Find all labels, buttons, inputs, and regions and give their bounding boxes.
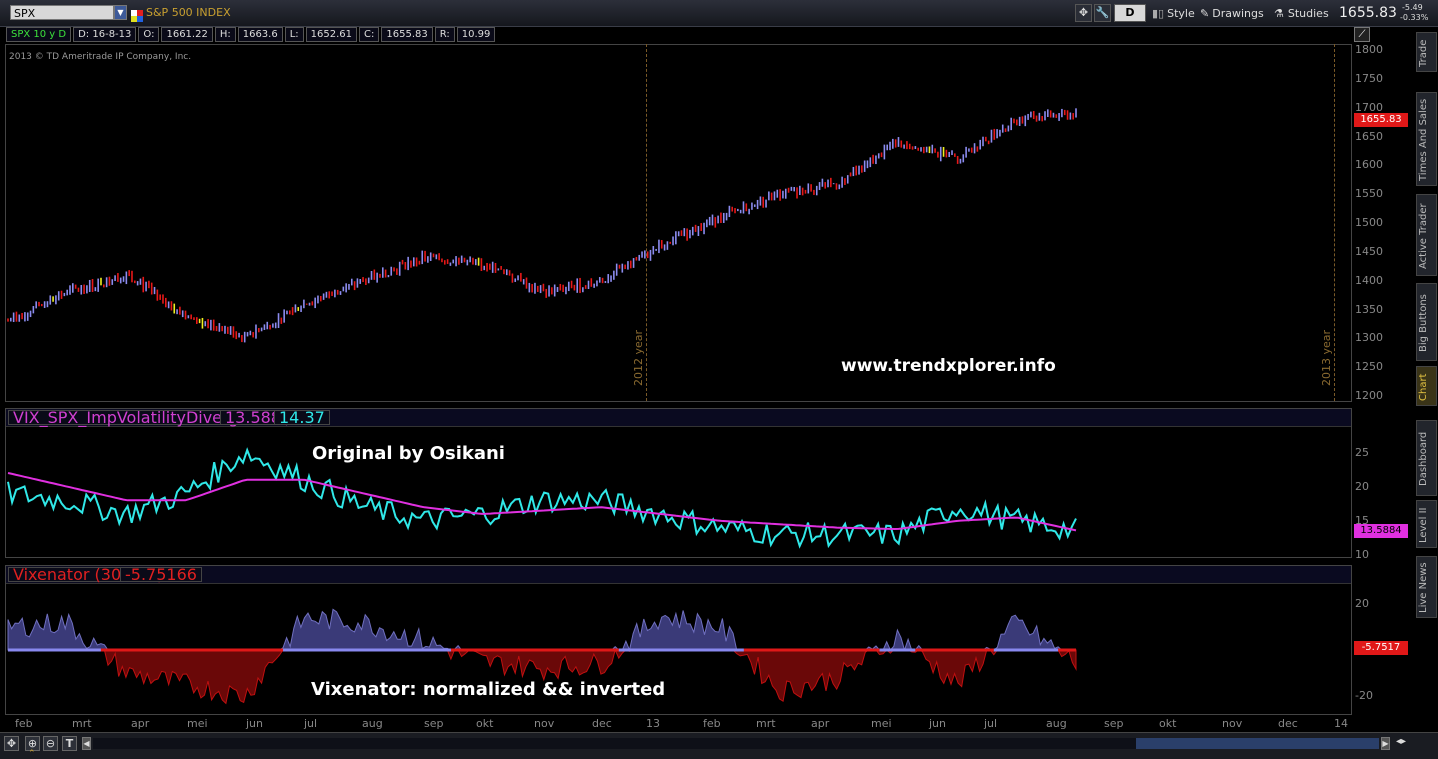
study2-pane[interactable] bbox=[5, 565, 1352, 715]
time-tick-label: jun bbox=[929, 717, 946, 730]
year-divider-2013 bbox=[1334, 44, 1335, 401]
study1-value2: 14.37 bbox=[274, 410, 330, 426]
price-tick-label: 1400 bbox=[1355, 273, 1383, 287]
study1-annotation: Original by Osikani bbox=[312, 443, 505, 464]
price-tick-label: 1200 bbox=[1355, 389, 1383, 402]
time-tick-label: mrt bbox=[756, 717, 776, 730]
time-tick-label: mei bbox=[187, 717, 208, 730]
study2-tick-label: 20 bbox=[1355, 597, 1369, 611]
side-tab-chart[interactable]: Chart bbox=[1416, 366, 1437, 406]
scroll-right-icon[interactable]: ▶ bbox=[1381, 737, 1390, 750]
footer-bar: ✥ ⊕ ⊖ T ◀ ▶ ◂▸ ⌃ bbox=[0, 732, 1438, 759]
scroll-left-icon[interactable]: ◀ bbox=[82, 737, 91, 750]
price-tick-label: 1700 bbox=[1355, 100, 1383, 114]
time-tick-label: sep bbox=[1104, 717, 1124, 730]
time-tick-label: jul bbox=[304, 717, 318, 730]
study1-value-tag: 13.5884 bbox=[1354, 524, 1408, 538]
side-tab-label: Times And Sales bbox=[1418, 98, 1429, 182]
side-tab-label: Big Buttons bbox=[1418, 294, 1429, 352]
time-tick-label: nov bbox=[534, 717, 555, 730]
pan-icon[interactable]: ✥ bbox=[4, 736, 19, 751]
time-tick-label: jun bbox=[246, 717, 263, 730]
price-tick-label: 1350 bbox=[1355, 302, 1383, 316]
side-tab-label: Dashboard bbox=[1418, 431, 1429, 487]
time-tick-label: okt bbox=[476, 717, 494, 730]
time-tick-label: aug bbox=[362, 717, 383, 730]
price-tick-label: 1800 bbox=[1355, 43, 1383, 56]
study1-tick-label: 20 bbox=[1355, 479, 1369, 493]
time-scrollbar[interactable] bbox=[93, 738, 1379, 749]
price-tick-label: 1550 bbox=[1355, 187, 1383, 201]
time-tick-label: mei bbox=[871, 717, 892, 730]
time-tick-label: dec bbox=[1278, 717, 1298, 730]
time-tick-label: feb bbox=[15, 717, 33, 730]
price-tick-label: 1750 bbox=[1355, 71, 1383, 85]
study1-tick-label: 10 bbox=[1355, 548, 1369, 561]
year-label-2013: 2013 year bbox=[1320, 330, 1333, 387]
time-axis: feb mrt apr mei jun jul aug sep okt nov dec 13 feb mr… bbox=[0, 717, 1352, 731]
time-tick-label: aug bbox=[1046, 717, 1067, 730]
study1-pane[interactable] bbox=[5, 408, 1352, 558]
time-tick-label: dec bbox=[592, 717, 612, 730]
time-tick-label: feb bbox=[703, 717, 721, 730]
copyright-text: 2013 © TD Ameritrade IP Company, Inc. bbox=[9, 52, 192, 62]
side-tab-level-ii[interactable]: Level II bbox=[1416, 500, 1437, 548]
side-tab-big-buttons[interactable]: Big Buttons bbox=[1416, 283, 1437, 361]
collapse-icon[interactable]: ⌃ bbox=[28, 750, 40, 759]
zoom-out-icon[interactable]: ⊖ bbox=[43, 736, 58, 751]
price-bars bbox=[7, 108, 1077, 343]
study2-value-tag: -5.7517 bbox=[1354, 641, 1408, 655]
price-tick-label: 1600 bbox=[1355, 158, 1383, 172]
side-tab-times-and-sales[interactable]: Times And Sales bbox=[1416, 92, 1437, 186]
expand-time-icon[interactable]: ◂▸ bbox=[1396, 736, 1412, 751]
price-tag: 1655.83 bbox=[1354, 113, 1408, 127]
time-tick-label: sep bbox=[424, 717, 444, 730]
text-tool-icon[interactable]: T bbox=[62, 736, 77, 751]
price-tick-label: 1300 bbox=[1355, 331, 1383, 345]
price-tick-label: 1250 bbox=[1355, 360, 1383, 374]
study2-header: Vixenator (30, Yes) -5.75166 bbox=[6, 566, 1351, 584]
time-tick-label: apr bbox=[131, 717, 150, 730]
price-tick-label: 1500 bbox=[1355, 216, 1383, 229]
study2-tick-label: -20 bbox=[1355, 688, 1373, 702]
study2-value: -5.75166 bbox=[120, 567, 202, 583]
price-tick-label: 1450 bbox=[1355, 244, 1383, 258]
time-tick-label: jul bbox=[984, 717, 998, 730]
side-tab-trade[interactable]: Trade bbox=[1416, 32, 1437, 72]
time-tick-label: 13 bbox=[646, 717, 660, 730]
time-tick-label: apr bbox=[811, 717, 830, 730]
side-tab-label: Chart bbox=[1418, 373, 1429, 401]
watermark-text: www.trendxplorer.info bbox=[841, 356, 1056, 376]
side-tab-dashboard[interactable]: Dashboard bbox=[1416, 420, 1437, 496]
time-tick-label: nov bbox=[1222, 717, 1243, 730]
side-tab-active-trader[interactable]: Active Trader bbox=[1416, 194, 1437, 276]
price-tick-label: 1650 bbox=[1355, 129, 1383, 143]
year-divider-2012 bbox=[646, 44, 647, 401]
side-tab-label: Trade bbox=[1418, 39, 1429, 67]
time-tick-label: 14 bbox=[1334, 717, 1348, 730]
study1-header: VIX_SPX_ImpVolatilityDivergence (30) 13.… bbox=[6, 409, 1351, 427]
side-tab-live-news[interactable]: Live News bbox=[1416, 556, 1437, 618]
side-tab-label: Active Trader bbox=[1418, 203, 1429, 269]
year-label-2012: 2012 year bbox=[632, 330, 645, 387]
side-tab-label: Level II bbox=[1418, 507, 1429, 543]
study1-tick-label: 25 bbox=[1355, 445, 1369, 459]
study2-annotation: Vixenator: normalized && inverted bbox=[311, 679, 666, 700]
time-tick-label: okt bbox=[1159, 717, 1177, 730]
scrollbar-thumb[interactable] bbox=[1136, 738, 1379, 749]
time-tick-label: mrt bbox=[72, 717, 92, 730]
side-tab-label: Live News bbox=[1418, 562, 1429, 614]
